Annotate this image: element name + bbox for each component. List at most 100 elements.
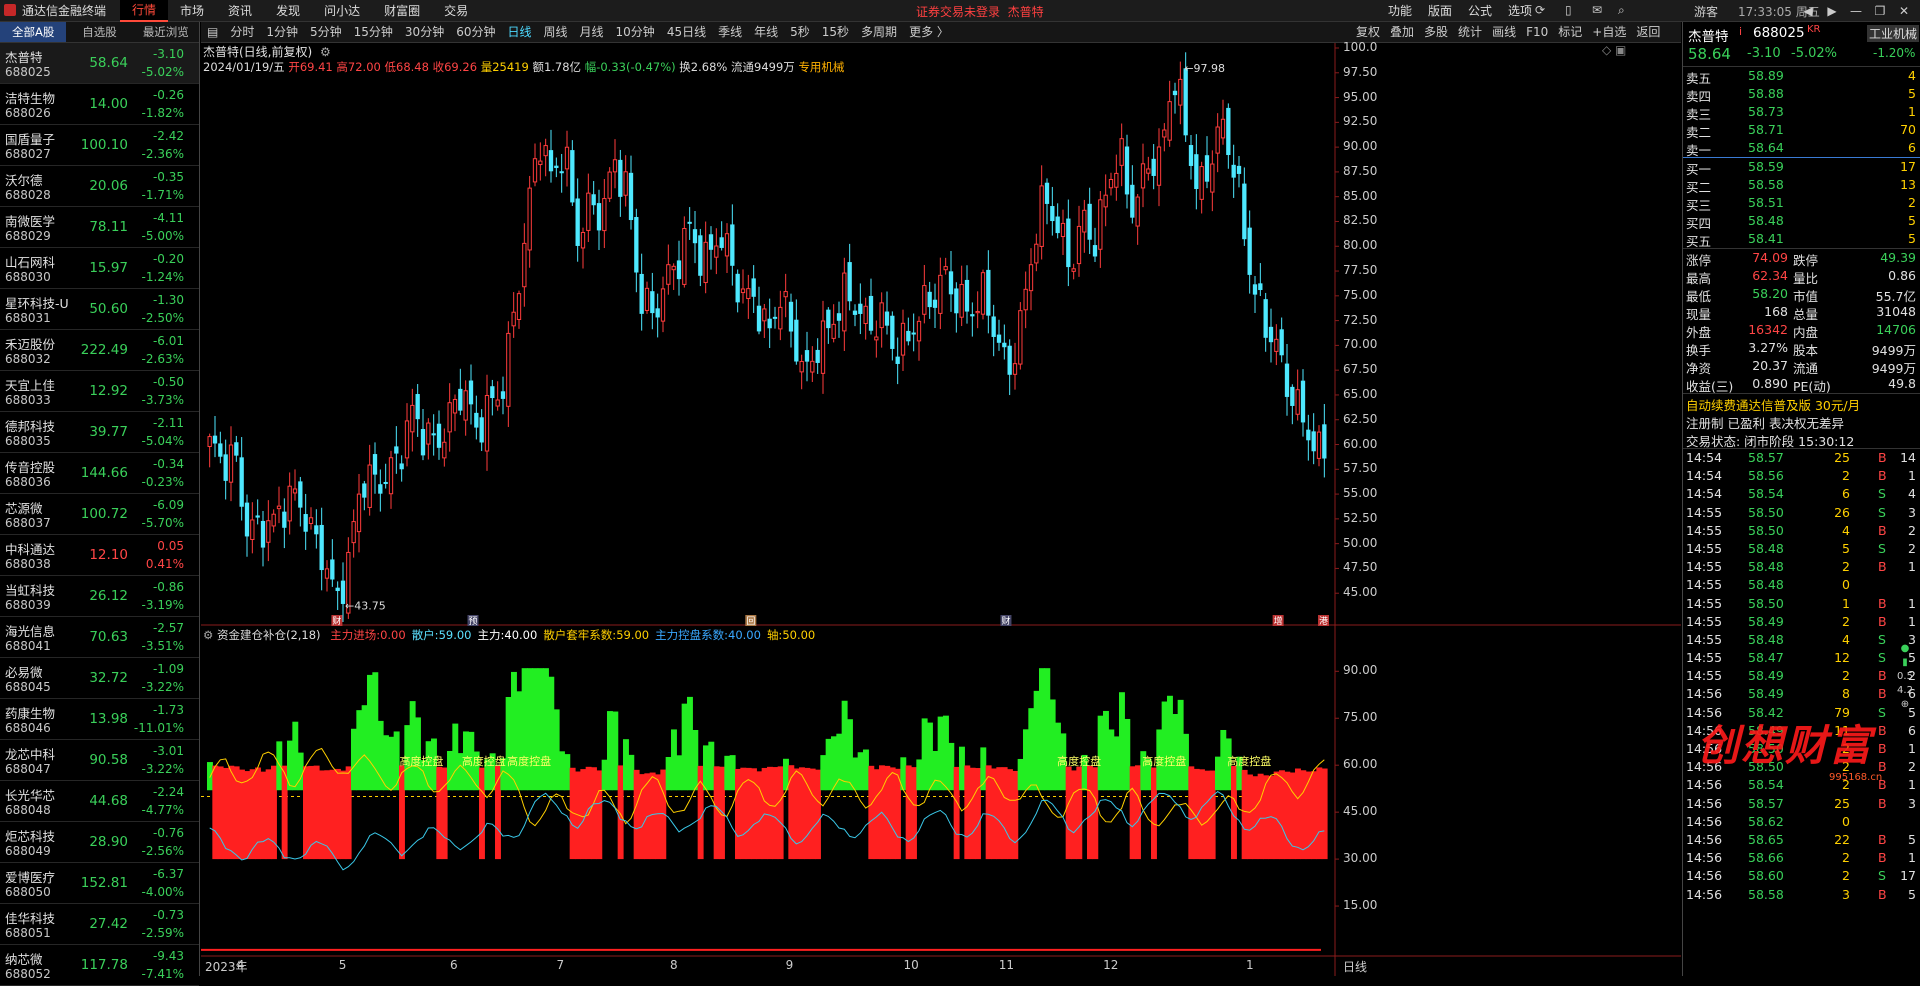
indicator-name[interactable]: 资金建仓补仓(2,18) bbox=[217, 628, 321, 642]
period-tab[interactable]: 60分钟 bbox=[450, 22, 501, 42]
main-menu-item[interactable]: 财富圈 bbox=[372, 0, 432, 22]
chart-mode-icons[interactable]: ◇ ▣ bbox=[1602, 43, 1626, 57]
chart-area[interactable]: ←97.98 ←43.75 财预回财增港高度控盘 高度控盘 高度控盘 高度控盘 高度控盘 高度… bbox=[201, 40, 1681, 976]
period-tab[interactable]: 10分钟 bbox=[610, 22, 661, 42]
main-menu-item[interactable]: 资讯 bbox=[216, 0, 264, 22]
period-tab[interactable]: 年线 bbox=[748, 22, 784, 42]
side-zoom-controls[interactable]: ● ▮ 0.5 4.2 ⊕ bbox=[1893, 642, 1917, 712]
guest-label[interactable]: 游客 bbox=[1694, 3, 1718, 20]
minimize-icon[interactable]: — bbox=[1844, 0, 1868, 22]
refresh-icon[interactable]: ⟳ bbox=[1535, 3, 1545, 17]
ind-red-bar bbox=[1087, 765, 1093, 860]
period-tab[interactable]: 多周期 bbox=[855, 22, 903, 42]
order-book-row[interactable]: 买一 58.59 17 bbox=[1683, 158, 1920, 177]
main-menu-item[interactable]: 交易 bbox=[432, 0, 480, 22]
order-book-row[interactable]: 买五 58.41 5 bbox=[1683, 230, 1920, 249]
stock-row[interactable]: 国盾量子 688027 100.10 -2.42 -2.36% bbox=[0, 125, 199, 166]
stock-row[interactable]: 龙芯中科 688047 90.58 -3.01 -3.22% bbox=[0, 740, 199, 781]
main-menu-item[interactable]: 问小达 bbox=[312, 0, 372, 22]
forward-icon[interactable]: ▶ bbox=[1820, 0, 1844, 22]
order-book-row[interactable]: 卖五 58.89 4 bbox=[1683, 67, 1920, 86]
period-tab[interactable]: 1分钟 bbox=[260, 22, 304, 42]
menu-toggle-icon[interactable]: ▤ bbox=[207, 25, 218, 39]
period-tab[interactable]: 5分钟 bbox=[304, 22, 348, 42]
settings-icon[interactable]: ⚙ bbox=[320, 45, 331, 59]
right-menu-item[interactable]: 版面 bbox=[1420, 0, 1460, 22]
stock-row[interactable]: 杰普特 688025 58.64 -3.10 -5.02% bbox=[0, 43, 199, 84]
right-menu-item[interactable]: 公式 bbox=[1460, 0, 1500, 22]
stock-row[interactable]: 天宜上佳 688033 12.92 -0.50 -3.73% bbox=[0, 371, 199, 412]
stock-row[interactable]: 星环科技-U 688031 50.60 -1.30 -2.50% bbox=[0, 289, 199, 330]
stock-row[interactable]: 佳华科技 688051 27.42 -0.73 -2.59% bbox=[0, 904, 199, 945]
promo-row[interactable]: 自动续费通达信普及版 30元/月 bbox=[1683, 394, 1920, 413]
close-icon[interactable]: ✕ bbox=[1892, 0, 1916, 22]
order-book-row[interactable]: 买四 58.48 5 bbox=[1683, 212, 1920, 231]
stock-list-tab[interactable]: 自选股 bbox=[66, 22, 132, 42]
stock-row[interactable]: 必易微 688045 32.72 -1.09 -3.22% bbox=[0, 658, 199, 699]
stock-price: 58.64 bbox=[89, 55, 128, 71]
toolbar-action[interactable]: 叠加 bbox=[1385, 22, 1419, 42]
toolbar-action[interactable]: 复权 bbox=[1351, 22, 1385, 42]
phone-icon[interactable]: ▯ bbox=[1565, 3, 1572, 17]
period-tab[interactable]: 更多 〉 bbox=[903, 22, 955, 42]
stock-row[interactable]: 长光华芯 688048 44.68 -2.24 -4.77% bbox=[0, 781, 199, 822]
login-notice[interactable]: 证券交易未登录 杰普特 bbox=[916, 3, 1044, 20]
toolbar-action[interactable]: F10 bbox=[1521, 22, 1553, 42]
maximize-icon[interactable]: ❐ bbox=[1868, 0, 1892, 22]
stock-list-tab[interactable]: 最近浏览 bbox=[133, 22, 199, 42]
period-tab[interactable]: 45日线 bbox=[661, 22, 712, 42]
mail-icon[interactable]: ✉ bbox=[1592, 3, 1602, 17]
stock-row[interactable]: 德邦科技 688035 39.77 -2.11 -5.04% bbox=[0, 412, 199, 453]
main-menu-item[interactable]: 行情 bbox=[120, 0, 169, 22]
period-tab[interactable]: 30分钟 bbox=[399, 22, 450, 42]
period-tab[interactable]: 5秒 bbox=[784, 22, 816, 42]
main-menu-item[interactable]: 市场 bbox=[168, 0, 216, 22]
order-book-row[interactable]: 买三 58.51 2 bbox=[1683, 194, 1920, 213]
ind-green-bar bbox=[927, 722, 933, 791]
order-book-row[interactable]: 卖四 58.88 5 bbox=[1683, 85, 1920, 104]
period-tab[interactable]: 日线 bbox=[501, 22, 537, 42]
period-tab[interactable]: 分时 bbox=[224, 22, 260, 42]
toolbar-action[interactable]: 标记 bbox=[1553, 22, 1587, 42]
stock-row[interactable]: 药康生物 688046 13.98 -1.73 -11.01% bbox=[0, 699, 199, 740]
period-tab[interactable]: 15秒 bbox=[816, 22, 855, 42]
order-book-row[interactable]: 卖二 58.71 70 bbox=[1683, 121, 1920, 140]
period-tab[interactable]: 季线 bbox=[712, 22, 748, 42]
toolbar-action[interactable]: +自选 bbox=[1587, 22, 1631, 42]
period-tab[interactable]: 周线 bbox=[538, 22, 574, 42]
order-book-row[interactable]: 买二 58.58 13 bbox=[1683, 176, 1920, 195]
toolbar-action[interactable]: 返回 bbox=[1631, 22, 1665, 42]
kline-chart[interactable]: ←97.98←43.75财预回财增港高度控盘 高度控盘 高度控盘 高度控盘 高度控盘高度… bbox=[201, 43, 1681, 976]
tick-list[interactable]: 14:54 58.57 25 B 14 14:54 58.56 2 B 1 14:54 58.54 6 S… bbox=[1683, 448, 1920, 904]
back-icon[interactable]: ◀ bbox=[1796, 0, 1820, 22]
indicator-settings-icon[interactable]: ⚙ bbox=[203, 628, 213, 642]
quote-industry[interactable]: 工业机械 bbox=[1867, 25, 1920, 42]
stock-row[interactable]: 沃尔德 688028 20.06 -0.35 -1.71% bbox=[0, 166, 199, 207]
main-menu-item[interactable]: 发现 bbox=[264, 0, 312, 22]
stock-row[interactable]: 纳芯微 688052 117.78 -9.43 -7.41% bbox=[0, 945, 199, 986]
stock-row[interactable]: 海光信息 688041 70.63 -2.57 -3.51% bbox=[0, 617, 199, 658]
order-book-row[interactable]: 卖一 58.64 6 bbox=[1683, 139, 1920, 158]
stock-row[interactable]: 爱博医疗 688050 152.81 -6.37 -4.00% bbox=[0, 863, 199, 904]
toolbar-action[interactable]: 统计 bbox=[1453, 22, 1487, 42]
stock-row[interactable]: 中科通达 688038 12.10 0.05 0.41% bbox=[0, 535, 199, 576]
stock-code: 688041 bbox=[5, 639, 51, 653]
period-tab[interactable]: 15分钟 bbox=[348, 22, 399, 42]
stock-row[interactable]: 禾迈股份 688032 222.49 -6.01 -2.63% bbox=[0, 330, 199, 371]
right-menu-item[interactable]: 功能 bbox=[1380, 0, 1420, 22]
stock-row[interactable]: 南微医学 688029 78.11 -4.11 -5.00% bbox=[0, 207, 199, 248]
search-icon[interactable]: ⌕ bbox=[1618, 3, 1625, 18]
stock-row[interactable]: 炬芯科技 688049 28.90 -0.76 -2.56% bbox=[0, 822, 199, 863]
stock-row[interactable]: 山石网科 688030 15.97 -0.20 -1.24% bbox=[0, 248, 199, 289]
stock-row[interactable]: 传音控股 688036 144.66 -0.34 -0.23% bbox=[0, 453, 199, 494]
stock-row[interactable]: 洁特生物 688026 14.00 -0.26 -1.82% bbox=[0, 84, 199, 125]
stock-row[interactable]: 当虹科技 688039 26.12 -0.86 -3.19% bbox=[0, 576, 199, 617]
period-tab[interactable]: 月线 bbox=[574, 22, 610, 42]
toolbar-action[interactable]: 画线 bbox=[1487, 22, 1521, 42]
stock-code: 688047 bbox=[5, 762, 51, 776]
stock-row[interactable]: 芯源微 688037 100.72 -6.09 -5.70% bbox=[0, 494, 199, 535]
toolbar-action[interactable]: 多股 bbox=[1419, 22, 1453, 42]
stock-list-tab[interactable]: 全部A股 bbox=[0, 22, 67, 42]
order-book-row[interactable]: 卖三 58.73 1 bbox=[1683, 103, 1920, 122]
info-icon[interactable]: i bbox=[1739, 25, 1742, 38]
